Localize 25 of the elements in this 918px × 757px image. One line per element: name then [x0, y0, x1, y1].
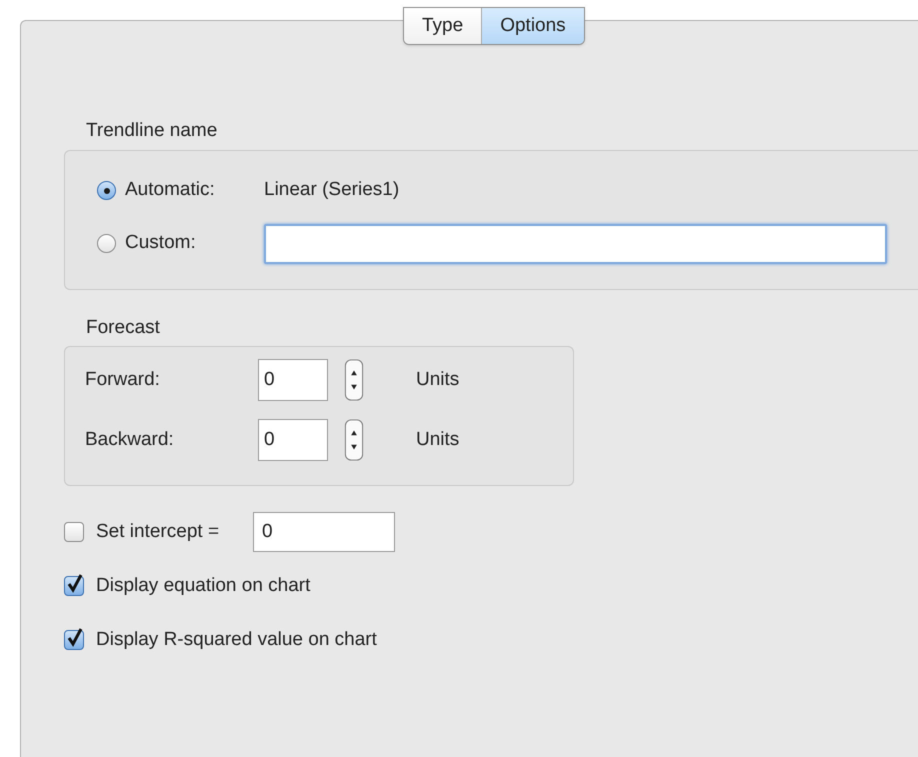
unit-label: Units: [416, 428, 460, 452]
number-field[interactable]: 0: [258, 419, 328, 461]
radio-button[interactable]: [97, 234, 116, 253]
radio-label: Custom:: [125, 231, 197, 256]
stepper[interactable]: [344, 419, 364, 461]
radio-label: Automatic:: [125, 178, 216, 202]
custom-name-field[interactable]: [264, 224, 887, 264]
unit-label: Units: [416, 368, 460, 392]
group-title: Trendline name: [86, 119, 218, 143]
field-label: Backward:: [85, 428, 175, 452]
number-field[interactable]: 0: [258, 359, 328, 401]
tab[interactable]: Options: [481, 8, 584, 44]
checkbox[interactable]: [64, 630, 84, 650]
group-title: Forecast: [86, 316, 161, 340]
intercept-field[interactable]: 0: [253, 512, 396, 552]
trendline-name-text: Linear (Series1): [264, 178, 400, 202]
checkbox-label: Display equation on chart: [96, 574, 310, 598]
checkbox-label: Set intercept =: [96, 520, 220, 544]
radio-button[interactable]: [97, 181, 116, 200]
field-label: Forward:: [85, 368, 161, 392]
tab[interactable]: Type: [404, 8, 482, 44]
checkbox[interactable]: [64, 522, 84, 542]
checkbox-label: Display R-squared value on chart: [96, 628, 377, 652]
stepper[interactable]: [344, 359, 364, 401]
checkbox[interactable]: [64, 576, 84, 596]
